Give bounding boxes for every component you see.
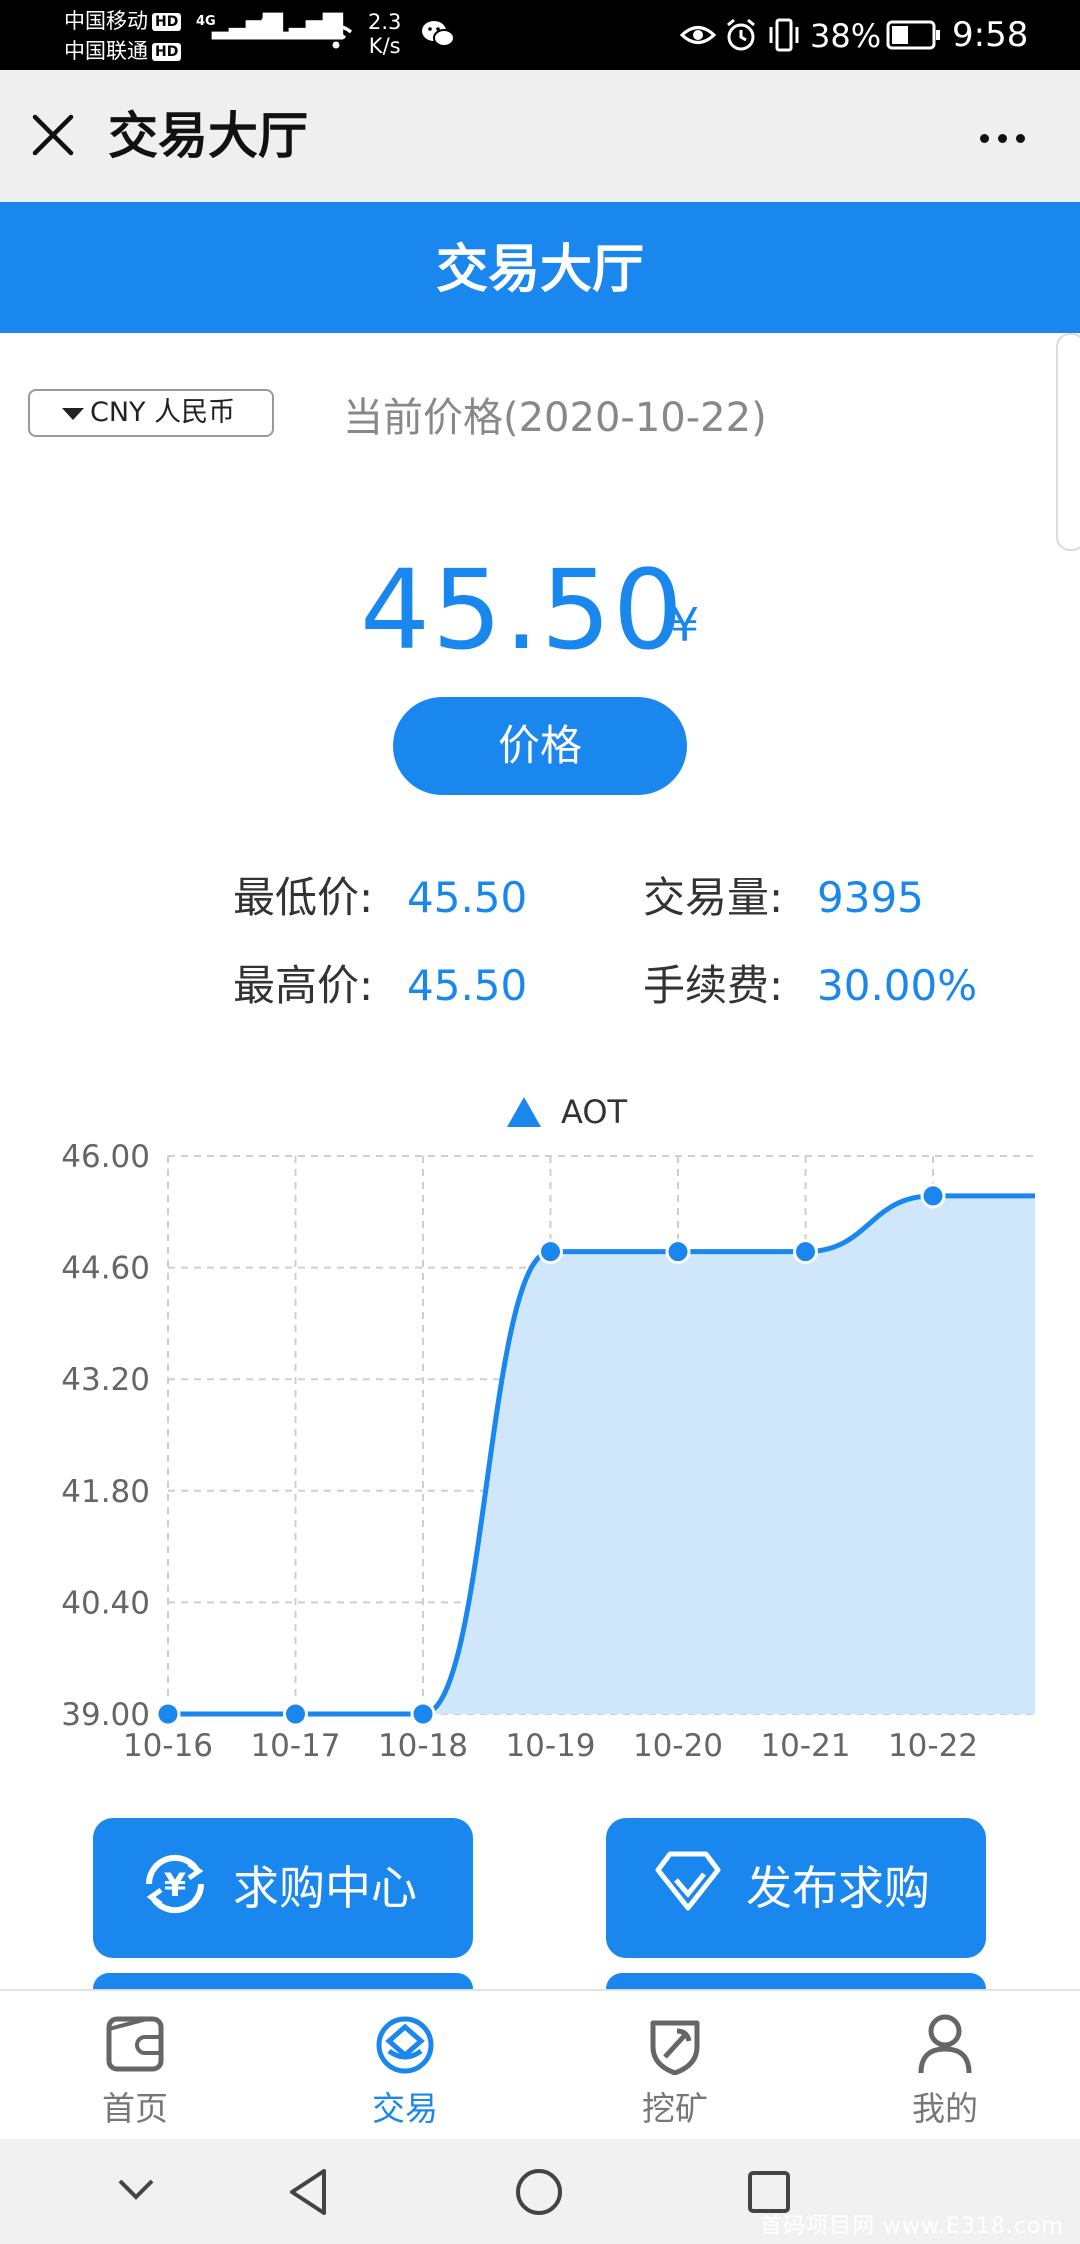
low-price-label: 最低价: [233, 873, 374, 922]
hd-badge-2: HD [152, 43, 182, 61]
banner-title: 交易大厅 [435, 240, 644, 300]
x-tick-label: 10-16 [123, 1728, 213, 1764]
watermark: 首码项目网 www.E318.com [760, 2214, 1064, 2239]
data-point [283, 1701, 308, 1727]
high-price-label: 最高价: [233, 961, 374, 1010]
low-price-value: 45.50 [407, 873, 528, 922]
trade-icon [376, 2016, 434, 2074]
user-icon [918, 2014, 972, 2074]
yuan-exchange-icon: ¥ [145, 1854, 205, 1914]
wechat-icon [422, 21, 455, 47]
hd-badge-1: HD [152, 13, 182, 31]
data-point [538, 1239, 563, 1265]
battery-percent: 38% [810, 17, 882, 55]
recents-square-icon[interactable] [746, 2169, 792, 2215]
y-tick-label: 46.00 [61, 1139, 150, 1175]
data-point [410, 1701, 436, 1727]
diamond-icon [655, 1851, 721, 1911]
more-icon[interactable] [980, 128, 1034, 147]
fee-value: 30.00% [817, 961, 978, 1010]
data-point [793, 1239, 818, 1265]
net-speed: 2.3 K/s [368, 10, 402, 58]
y-tick-label: 40.40 [61, 1585, 150, 1621]
back-triangle-icon[interactable] [286, 2167, 330, 2217]
nav-label-home: 首页 [102, 2089, 168, 2128]
home-circle-icon[interactable] [514, 2167, 564, 2217]
buy-center-label: 求购中心 [233, 1861, 417, 1915]
close-icon[interactable] [30, 112, 76, 158]
volume-label: 交易量: [643, 873, 784, 922]
publish-buy-label: 发布求购 [746, 1861, 930, 1915]
y-tick-label: 41.80 [61, 1474, 150, 1510]
status-bar: 中国移动 HD 中国联通 HD 4G ▂▃▅▇ 4G ▂▃▅▇ 2.3 K/s 38… [0, 0, 1080, 70]
x-tick-label: 10-19 [505, 1728, 595, 1764]
price-button[interactable]: 价格 [393, 697, 687, 795]
data-point [920, 1183, 946, 1209]
data-point [155, 1701, 181, 1727]
y-tick-label: 44.60 [61, 1251, 150, 1287]
fee-label: 手续费: [643, 961, 784, 1010]
x-tick-label: 10-20 [633, 1728, 723, 1764]
y-axis-ticks: 46.0044.6043.2041.8040.4039.00 [61, 1139, 150, 1733]
price-chart: AOT 46.0044.6043.2041.8040.4039.00 10-16… [61, 1093, 1035, 1764]
bottom-nav: 首页 交易 挖矿 我的 [0, 1989, 1080, 2141]
side-handle [1056, 333, 1080, 551]
wallet-icon [106, 2016, 164, 2072]
high-price-value: 45.50 [407, 961, 528, 1010]
svg-text:¥: ¥ [164, 1866, 186, 1904]
wifi-icon [319, 24, 353, 49]
battery-icon [886, 20, 940, 50]
chart-legend[interactable]: AOT [507, 1093, 628, 1131]
currency-select[interactable]: CNY 人民币 [28, 389, 274, 437]
legend-triangle-icon [507, 1097, 541, 1127]
price-unit: ¥ [670, 598, 700, 652]
nav-item-mine[interactable]: 我的 [810, 1991, 1080, 2141]
series-area [168, 1195, 1035, 1714]
carrier-1: 中国移动 [64, 9, 148, 33]
price-value: 45.50 [360, 546, 685, 674]
caret-down-icon [62, 408, 84, 420]
nav-label-mine: 我的 [912, 2089, 978, 2128]
page-title: 交易大厅 [108, 107, 308, 165]
currency-selected: CNY 人民币 [90, 397, 236, 428]
x-tick-label: 10-22 [888, 1728, 978, 1764]
alarm-icon [727, 18, 755, 51]
data-point [665, 1239, 691, 1265]
nav-label-trade: 交易 [372, 2089, 438, 2128]
legend-label: AOT [561, 1093, 628, 1131]
vibrate-icon [769, 18, 799, 52]
nav-label-mining: 挖矿 [642, 2089, 708, 2128]
x-tick-label: 10-18 [378, 1728, 468, 1764]
hidden-action-button-2[interactable] [606, 1973, 986, 1989]
clock: 9:58 [952, 15, 1029, 55]
eye-icon [680, 26, 716, 44]
x-tick-label: 10-17 [250, 1728, 340, 1764]
volume-value: 9395 [817, 873, 924, 922]
carrier-2: 中国联通 [64, 39, 148, 63]
hidden-action-button-1[interactable] [93, 1973, 473, 1989]
header-banner: 交易大厅 [0, 202, 1080, 333]
buy-center-button[interactable]: ¥ 求购中心 [93, 1818, 473, 1958]
y-tick-label: 43.20 [61, 1362, 150, 1398]
chevron-down-icon[interactable] [116, 2175, 156, 2205]
publish-buy-button[interactable]: 发布求购 [606, 1818, 986, 1958]
nav-item-trade[interactable]: 交易 [270, 1991, 540, 2141]
shield-pickaxe-icon [650, 2020, 700, 2075]
nav-item-mining[interactable]: 挖矿 [540, 1991, 810, 2141]
x-axis-ticks: 10-16 10-17 10-18 10-19 10-20 10-21 10-22 [123, 1728, 978, 1764]
nav-item-home[interactable]: 首页 [0, 1991, 270, 2141]
current-price-label: 当前价格(2020-10-22) [343, 395, 767, 441]
x-tick-label: 10-21 [760, 1728, 850, 1764]
